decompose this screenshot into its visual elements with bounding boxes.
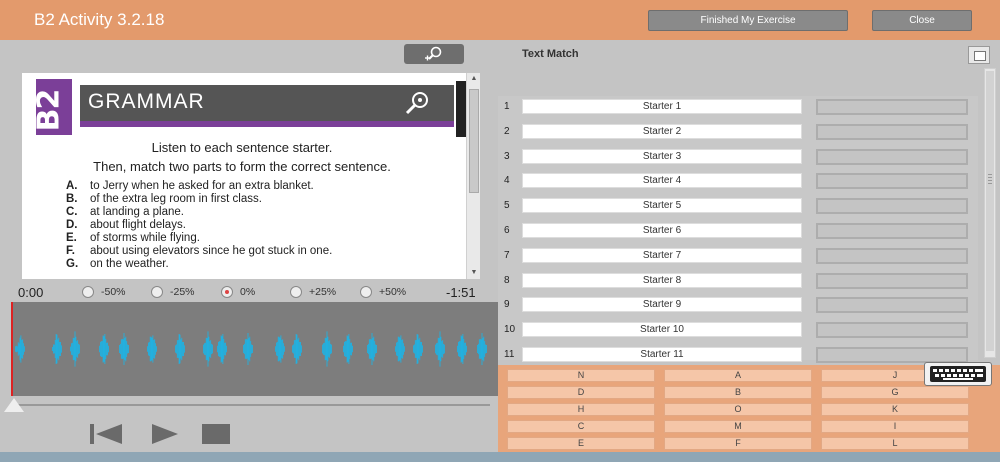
- zoom-in-icon: [425, 46, 442, 61]
- starter-item[interactable]: Starter 5: [522, 198, 802, 214]
- answer-key[interactable]: G: [821, 386, 969, 399]
- starter-item[interactable]: Starter 3: [522, 148, 802, 164]
- row-number: 6: [504, 225, 510, 236]
- playback-timeline: 0:00 -50% -25% 0% +25% +50% -1:51: [0, 283, 498, 303]
- text-match-title: Text Match: [522, 48, 579, 60]
- answer-key[interactable]: A: [664, 369, 812, 382]
- stop-icon[interactable]: [202, 423, 230, 445]
- speed-option-selected[interactable]: 0%: [221, 286, 255, 298]
- list-item: G. on the weather.: [66, 258, 169, 270]
- answer-key[interactable]: M: [664, 420, 812, 433]
- answer-drop-slot[interactable]: [816, 223, 968, 239]
- answer-drop-slot[interactable]: [816, 99, 968, 115]
- row-number: 2: [504, 125, 510, 137]
- row-number: 1: [504, 101, 510, 112]
- starter-item[interactable]: Starter 7: [522, 247, 802, 263]
- match-rows: 1 Starter 1 2 Starter 2 3 Starter 3 4 Starter 4…: [498, 96, 978, 363]
- starter-item[interactable]: Starter 2: [522, 123, 802, 139]
- starter-item[interactable]: Starter 4: [522, 173, 802, 189]
- playhead[interactable]: [11, 302, 13, 396]
- seek-track[interactable]: [12, 404, 490, 406]
- answer-drop-slot[interactable]: [816, 272, 968, 289]
- starter-item[interactable]: Starter 10: [522, 322, 802, 338]
- answer-key[interactable]: N: [507, 369, 655, 382]
- time-remaining: -1:51: [446, 285, 476, 300]
- answer-key[interactable]: B: [664, 386, 812, 399]
- zoom-button[interactable]: [404, 44, 464, 64]
- time-elapsed: 0:00: [18, 285, 44, 300]
- skip-back-icon[interactable]: [90, 423, 124, 445]
- row-number: 10: [504, 324, 516, 336]
- close-button[interactable]: Close: [872, 10, 972, 31]
- answer-drop-slot[interactable]: [816, 173, 968, 190]
- speed-option[interactable]: +25%: [290, 286, 336, 298]
- answer-drop-slot[interactable]: [816, 347, 968, 363]
- match-scrollbar[interactable]: [984, 68, 996, 358]
- banner-edge: [456, 81, 466, 137]
- document-scrollbar[interactable]: ▲ ▼: [466, 73, 480, 279]
- instruction-line-2: Then, match two parts to form the correc…: [93, 159, 391, 174]
- answer-key[interactable]: I: [821, 420, 969, 433]
- row-number: 4: [504, 175, 510, 187]
- answer-key[interactable]: E: [507, 437, 655, 450]
- answer-drop-slot[interactable]: [816, 297, 968, 314]
- play-icon[interactable]: [151, 423, 179, 445]
- answer-key[interactable]: K: [821, 403, 969, 416]
- b2-badge: B2: [31, 79, 72, 135]
- starter-item[interactable]: Starter 1: [522, 99, 802, 114]
- answer-key[interactable]: F: [664, 437, 812, 450]
- list-item: D. about flight delays.: [66, 219, 186, 231]
- worksheet-document[interactable]: B2 GRAMMAR Listen to each sentence start…: [22, 73, 480, 279]
- header-bar: B2 Activity 3.2.18 Finished My Exercise …: [0, 0, 1000, 40]
- answer-key[interactable]: O: [664, 403, 812, 416]
- window-toggle-icon[interactable]: [968, 46, 990, 64]
- answer-key[interactable]: H: [507, 403, 655, 416]
- activity-title: B2 Activity 3.2.18: [34, 10, 165, 29]
- scroll-thumb[interactable]: [469, 89, 479, 193]
- scroll-up-icon[interactable]: ▲: [467, 73, 480, 85]
- list-item: E. of storms while flying.: [66, 232, 200, 244]
- row-number: 5: [504, 200, 510, 212]
- left-panel: B2 GRAMMAR Listen to each sentence start…: [0, 40, 498, 462]
- finished-exercise-button[interactable]: Finished My Exercise: [648, 10, 848, 31]
- audio-waveform[interactable]: [12, 302, 498, 396]
- grammar-title: GRAMMAR: [88, 90, 205, 113]
- row-number: 3: [504, 150, 510, 162]
- list-item: F. about using elevators since he got stu…: [66, 245, 333, 257]
- answer-drop-slot[interactable]: [816, 198, 968, 215]
- answer-key[interactable]: D: [507, 386, 655, 399]
- row-number: 8: [504, 274, 510, 286]
- answer-drop-slot[interactable]: [816, 247, 968, 264]
- answer-drop-slot[interactable]: [816, 123, 968, 140]
- keyboard-icon[interactable]: [924, 362, 992, 386]
- starter-item[interactable]: Starter 11: [522, 347, 802, 362]
- list-item: C. at landing a plane.: [66, 206, 184, 218]
- instruction-line-1: Listen to each sentence starter.: [151, 140, 333, 155]
- starter-item[interactable]: Starter 9: [522, 297, 802, 313]
- row-number: 9: [504, 299, 510, 311]
- bottom-strip: [0, 452, 1000, 462]
- speed-option[interactable]: -25%: [151, 286, 195, 298]
- text-match-panel: Text Match 1 Starter 1 2 Starter 2 3 Starter …: [498, 40, 1000, 462]
- starter-item[interactable]: Starter 8: [522, 272, 802, 288]
- row-number: 7: [504, 249, 510, 261]
- list-item: A. to Jerry when he asked for an extra bl…: [66, 180, 314, 192]
- speed-option[interactable]: +50%: [360, 286, 406, 298]
- answer-drop-slot[interactable]: [816, 148, 968, 165]
- scroll-down-icon[interactable]: ▼: [467, 267, 480, 279]
- answer-key[interactable]: C: [507, 420, 655, 433]
- answer-key[interactable]: L: [821, 437, 969, 450]
- magnifier-icon: [405, 92, 428, 115]
- starter-item[interactable]: Starter 6: [522, 223, 802, 238]
- row-number: 11: [504, 349, 515, 360]
- speed-option[interactable]: -50%: [82, 286, 126, 298]
- answer-drop-slot[interactable]: [816, 322, 968, 339]
- seek-handle[interactable]: [4, 398, 24, 412]
- list-item: B. of the extra leg room in first class.: [66, 193, 262, 205]
